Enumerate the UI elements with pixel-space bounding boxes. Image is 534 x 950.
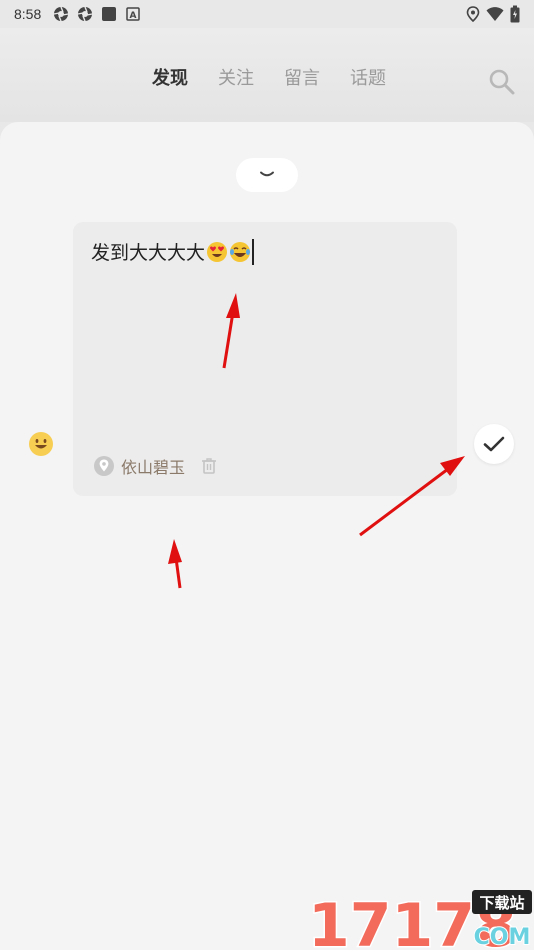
check-icon <box>483 436 505 452</box>
top-header: 发现 关注 留言 话题 <box>0 28 534 122</box>
location-row[interactable]: 依山碧玉 <box>93 454 219 478</box>
location-label: 依山碧玉 <box>121 458 186 477</box>
watermark-logo: 17178 下载站 COM <box>307 890 532 950</box>
submit-button[interactable] <box>474 424 514 464</box>
heart-eyes-emoji <box>207 241 228 262</box>
status-right-icons <box>466 5 520 23</box>
tab-messages[interactable]: 留言 <box>284 64 320 90</box>
post-text-input[interactable]: 发到大大大大 <box>91 238 254 265</box>
search-icon[interactable] <box>488 68 516 96</box>
battery-icon <box>510 5 520 23</box>
text-caret <box>252 238 254 265</box>
status-bar: 8:58 A <box>0 0 534 28</box>
shutter-icon <box>78 6 93 22</box>
compose-sheet: 发到大大大大 依山碧玉 <box>0 122 534 950</box>
watermark-suffix: COM <box>474 925 531 950</box>
shutter-icon <box>54 6 69 22</box>
smiley-icon[interactable] <box>28 431 54 457</box>
chevron-down-icon <box>260 171 274 177</box>
collapse-button[interactable] <box>236 158 298 192</box>
wifi-icon <box>486 7 504 21</box>
trash-icon[interactable] <box>199 456 219 476</box>
location-icon <box>466 6 480 22</box>
tab-topics[interactable]: 话题 <box>350 64 386 90</box>
tab-following[interactable]: 关注 <box>218 64 254 90</box>
tab-bar: 发现 关注 留言 话题 <box>152 64 386 94</box>
watermark-badge: 下载站 <box>479 894 524 912</box>
location-pin-icon <box>94 456 114 476</box>
status-time: 8:58 <box>14 6 42 22</box>
post-editor[interactable]: 发到大大大大 依山碧玉 <box>73 222 457 496</box>
square-icon <box>102 7 117 21</box>
post-text: 发到大大大大 <box>91 242 206 264</box>
laughing-tears-emoji <box>230 241 251 262</box>
a-badge-icon: A <box>126 7 140 21</box>
svg-text:A: A <box>130 11 137 21</box>
tab-discover[interactable]: 发现 <box>152 64 188 94</box>
